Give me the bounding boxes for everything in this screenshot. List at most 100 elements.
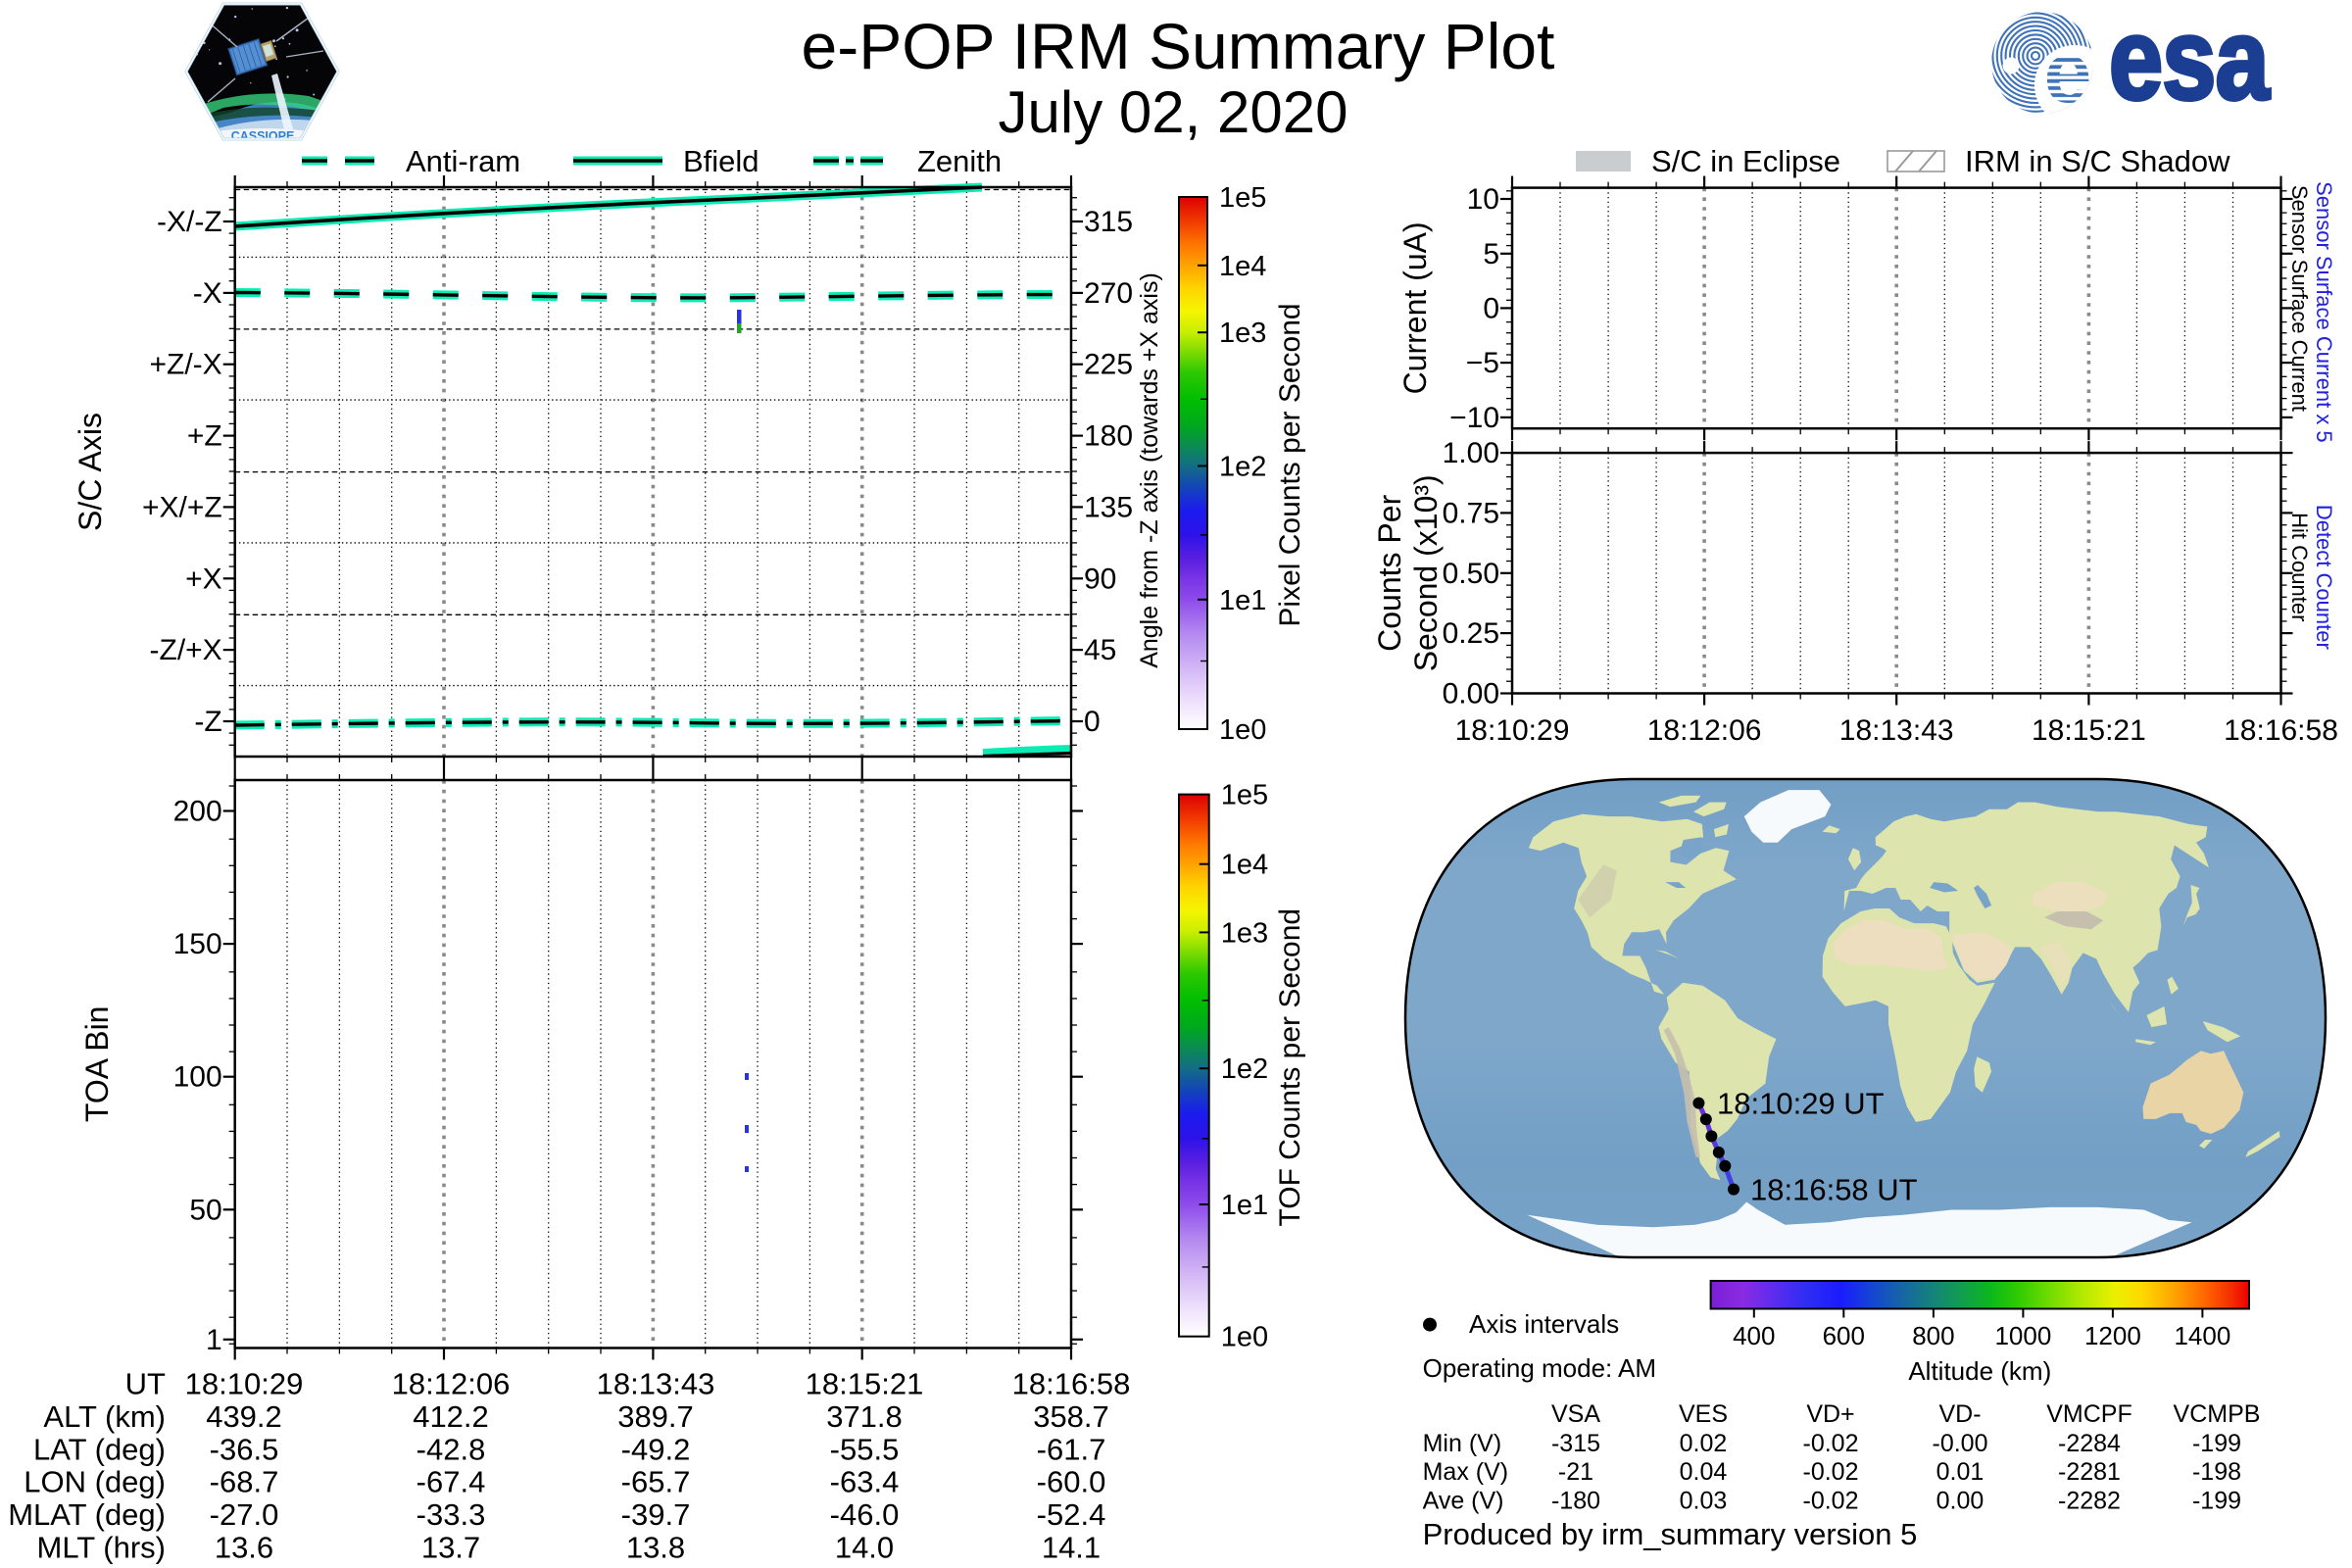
svg-text:1e3: 1e3: [1219, 318, 1266, 349]
svg-text:-49.2: -49.2: [621, 1432, 691, 1466]
svg-text:-61.7: -61.7: [1037, 1432, 1106, 1466]
svg-text:18:10:29: 18:10:29: [1455, 714, 1570, 747]
svg-text:Counts Per: Counts Per: [1372, 494, 1407, 651]
svg-text:-0.02: -0.02: [1803, 1458, 1859, 1486]
svg-text:315: 315: [1084, 206, 1133, 238]
svg-text:-33.3: -33.3: [416, 1497, 486, 1532]
svg-text:-60.0: -60.0: [1037, 1465, 1106, 1499]
svg-text:18:10:29 UT: 18:10:29 UT: [1717, 1087, 1885, 1121]
svg-text:0: 0: [1483, 292, 1499, 324]
svg-text:18:13:43: 18:13:43: [1839, 714, 1954, 747]
svg-text:-0.02: -0.02: [1803, 1487, 1859, 1514]
svg-text:-63.4: -63.4: [830, 1465, 900, 1499]
svg-text:-Z: -Z: [194, 706, 221, 738]
svg-text:VMCPF: VMCPF: [2046, 1400, 2132, 1428]
svg-text:+X: +X: [185, 563, 222, 595]
svg-text:225: 225: [1084, 349, 1133, 381]
svg-text:18:16:58: 18:16:58: [1012, 1367, 1131, 1401]
svg-text:1e5: 1e5: [1219, 182, 1266, 214]
svg-text:18:12:06: 18:12:06: [1647, 714, 1762, 747]
svg-text:-0.02: -0.02: [1803, 1430, 1859, 1457]
svg-text:18:16:58: 18:16:58: [2224, 714, 2338, 747]
svg-text:1e2: 1e2: [1221, 1054, 1268, 1085]
svg-text:TOF Counts per Second: TOF Counts per Second: [1274, 908, 1306, 1227]
svg-text:VSA: VSA: [1551, 1400, 1600, 1428]
svg-text:1000: 1000: [1994, 1321, 2051, 1350]
svg-text:-0.00: -0.00: [1933, 1430, 1988, 1457]
svg-text:-2284: -2284: [2058, 1430, 2121, 1457]
svg-text:-68.7: -68.7: [210, 1465, 279, 1499]
svg-text:TOA Bin: TOA Bin: [79, 1006, 115, 1123]
svg-text:18:16:58 UT: 18:16:58 UT: [1750, 1173, 1918, 1207]
svg-text:Altitude (km): Altitude (km): [1908, 1356, 2051, 1386]
svg-text:−10: −10: [1449, 402, 1499, 434]
svg-text:389.7: 389.7: [617, 1399, 694, 1434]
svg-text:270: 270: [1084, 277, 1133, 310]
svg-text:150: 150: [173, 928, 222, 960]
svg-text:Max (V): Max (V): [1423, 1458, 1509, 1486]
svg-text:0.04: 0.04: [1680, 1458, 1728, 1486]
svg-text:-46.0: -46.0: [830, 1497, 900, 1532]
svg-text:UT: UT: [125, 1367, 166, 1401]
svg-text:Operating mode: AM: Operating mode: AM: [1423, 1353, 1656, 1383]
svg-text:18:10:29: 18:10:29: [185, 1367, 304, 1401]
svg-text:18:12:06: 18:12:06: [392, 1367, 511, 1401]
svg-text:10: 10: [1467, 183, 1499, 216]
svg-text:-Z/+X: -Z/+X: [150, 634, 222, 666]
svg-text:e-POP IRM Summary Plot: e-POP IRM Summary Plot: [802, 10, 1555, 82]
svg-text:Second (x10³): Second (x10³): [1408, 474, 1444, 671]
svg-text:-2281: -2281: [2058, 1458, 2121, 1486]
svg-text:1e1: 1e1: [1219, 585, 1266, 616]
svg-text:-315: -315: [1551, 1430, 1600, 1457]
svg-text:14.0: 14.0: [835, 1531, 894, 1565]
svg-text:Sensor Surface Current: Sensor Surface Current: [2287, 185, 2312, 412]
svg-text:Min (V): Min (V): [1423, 1430, 1502, 1457]
svg-text:1200: 1200: [2084, 1321, 2141, 1350]
svg-text:-39.7: -39.7: [621, 1497, 691, 1532]
svg-text:0.75: 0.75: [1443, 497, 1499, 529]
svg-text:VCMPB: VCMPB: [2174, 1400, 2261, 1428]
svg-text:0.03: 0.03: [1680, 1487, 1728, 1514]
svg-text:IRM in S/C Shadow: IRM in S/C Shadow: [1965, 144, 2230, 178]
svg-text:1e1: 1e1: [1221, 1190, 1268, 1221]
svg-text:439.2: 439.2: [206, 1399, 282, 1434]
svg-text:18:15:21: 18:15:21: [2032, 714, 2146, 747]
svg-text:July 02, 2020: July 02, 2020: [999, 79, 1348, 145]
svg-text:MLT (hrs): MLT (hrs): [37, 1531, 166, 1565]
svg-text:45: 45: [1084, 634, 1116, 666]
svg-text:esa: esa: [2109, 0, 2271, 124]
svg-text:0: 0: [1084, 706, 1101, 738]
svg-text:MLAT (deg): MLAT (deg): [8, 1497, 166, 1532]
svg-text:+X/+Z: +X/+Z: [142, 491, 222, 523]
svg-text:5: 5: [1483, 238, 1499, 270]
svg-text:358.7: 358.7: [1033, 1399, 1109, 1434]
svg-text:-199: -199: [2192, 1487, 2241, 1514]
svg-text:800: 800: [1912, 1321, 1954, 1350]
svg-text:Hit Counter: Hit Counter: [2287, 513, 2312, 621]
svg-text:-180: -180: [1551, 1487, 1600, 1514]
svg-text:1e3: 1e3: [1221, 917, 1268, 949]
svg-text:1e2: 1e2: [1219, 452, 1266, 483]
svg-text:+Z: +Z: [187, 420, 222, 453]
svg-text:Produced by irm_summary versio: Produced by irm_summary version 5: [1423, 1517, 1918, 1551]
svg-text:135: 135: [1084, 491, 1133, 523]
svg-text:Current (uA): Current (uA): [1397, 221, 1433, 394]
svg-text:-52.4: -52.4: [1037, 1497, 1106, 1532]
svg-text:-42.8: -42.8: [416, 1432, 486, 1466]
svg-text:90: 90: [1084, 563, 1116, 595]
svg-text:371.8: 371.8: [826, 1399, 903, 1434]
svg-text:-21: -21: [1558, 1458, 1593, 1486]
svg-text:13.6: 13.6: [215, 1531, 273, 1565]
svg-text:VES: VES: [1679, 1400, 1728, 1428]
svg-text:S/C Axis: S/C Axis: [73, 413, 108, 531]
svg-text:0.00: 0.00: [1443, 678, 1499, 710]
svg-text:+Z/-X: +Z/-X: [150, 349, 222, 381]
svg-text:LAT (deg): LAT (deg): [33, 1432, 166, 1466]
svg-text:1e4: 1e4: [1219, 251, 1266, 282]
svg-text:0.02: 0.02: [1680, 1430, 1728, 1457]
svg-text:-2282: -2282: [2058, 1487, 2121, 1514]
svg-text:0.01: 0.01: [1936, 1458, 1984, 1486]
svg-text:1e0: 1e0: [1219, 714, 1266, 746]
svg-text:-198: -198: [2192, 1458, 2241, 1486]
svg-text:50: 50: [189, 1194, 221, 1226]
